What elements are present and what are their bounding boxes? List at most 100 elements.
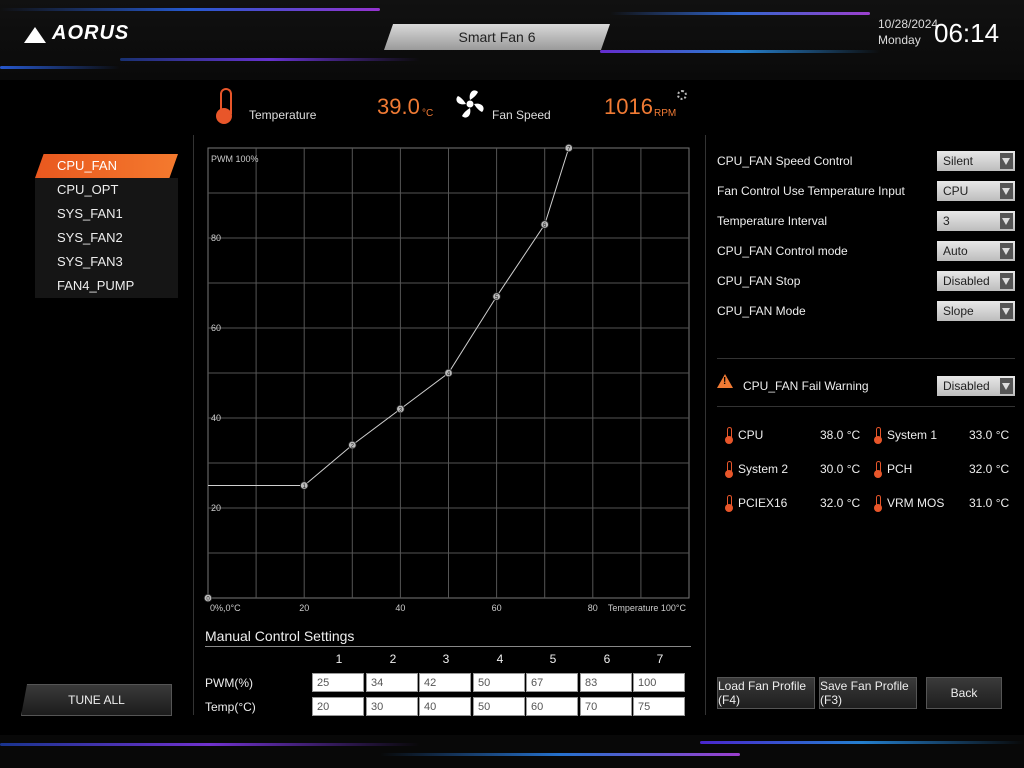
temp-input[interactable]: 50 bbox=[473, 697, 525, 716]
thermometer-icon bbox=[724, 427, 734, 444]
setting-row: Fan Control Use Temperature Input CPU bbox=[717, 181, 1017, 203]
load-fan-profile-button[interactable]: Load Fan Profile (F4) bbox=[717, 677, 815, 709]
fan-list-item[interactable]: FAN4_PUMP bbox=[35, 274, 178, 298]
clock: 06:14 bbox=[934, 18, 1000, 48]
fan-speed-value: 1016 bbox=[604, 94, 653, 119]
x-tick-label: 60 bbox=[492, 603, 502, 613]
sensor-value: 33.0 °C bbox=[969, 428, 1010, 442]
manual-settings-rule bbox=[205, 646, 691, 647]
setting-value: Slope bbox=[943, 304, 974, 318]
temperature-label: Temperature bbox=[249, 108, 317, 122]
sensor-name: System 2 bbox=[738, 462, 789, 476]
header-streak bbox=[120, 58, 420, 61]
sensor-value: 30.0 °C bbox=[820, 462, 861, 476]
header-bar: AORUS Smart Fan 6 10/28/2024 Monday 06:1… bbox=[0, 0, 1024, 80]
fan-list-item[interactable]: CPU_FAN bbox=[35, 154, 178, 178]
fan-curve-chart[interactable]: 20 40 60 80 20 40 60 80 PWM 100% Temperature 100°… bbox=[200, 140, 700, 620]
footer-bar bbox=[0, 735, 1024, 768]
chevron-down-icon bbox=[1000, 303, 1013, 319]
setting-value: Auto bbox=[943, 244, 968, 258]
setting-label: CPU_FAN Mode bbox=[717, 304, 806, 318]
fan-list-item[interactable]: CPU_OPT bbox=[35, 178, 178, 202]
setting-row: CPU_FAN Mode Slope bbox=[717, 301, 1017, 323]
fan-list-item[interactable]: SYS_FAN1 bbox=[35, 202, 178, 226]
temp-row-label: Temp(°C) bbox=[205, 700, 256, 714]
chevron-down-icon bbox=[1000, 378, 1013, 394]
thermometer-icon bbox=[873, 495, 883, 512]
chevron-down-icon bbox=[1000, 213, 1013, 229]
pwm-input[interactable]: 67 bbox=[526, 673, 578, 692]
fan-list-item[interactable]: SYS_FAN2 bbox=[35, 226, 178, 250]
fan-list-item[interactable]: SYS_FAN3 bbox=[35, 250, 178, 274]
pwm-input[interactable]: 25 bbox=[312, 673, 364, 692]
sensor-name: CPU bbox=[738, 428, 764, 442]
setting-row: CPU_FAN Control mode Auto bbox=[717, 241, 1017, 263]
setting-value: Disabled bbox=[943, 274, 990, 288]
chevron-down-icon bbox=[1000, 243, 1013, 259]
manual-column-header: 2 bbox=[389, 652, 397, 666]
sensor-value: 32.0 °C bbox=[820, 496, 861, 510]
manual-column-header: 6 bbox=[603, 652, 611, 666]
y-axis-label: PWM 100% bbox=[211, 154, 259, 164]
setting-dropdown[interactable]: CPU bbox=[937, 181, 1015, 201]
warning-divider bbox=[717, 406, 1015, 407]
setting-dropdown[interactable]: Silent bbox=[937, 151, 1015, 171]
fail-warning-label: CPU_FAN Fail Warning bbox=[743, 379, 869, 393]
temp-input[interactable]: 20 bbox=[312, 697, 364, 716]
temp-input[interactable]: 70 bbox=[580, 697, 632, 716]
back-button[interactable]: Back bbox=[926, 677, 1002, 709]
x-axis-label: Temperature 100°C bbox=[608, 603, 687, 613]
date-text: 10/28/2024 bbox=[878, 17, 939, 31]
sensor-value: 31.0 °C bbox=[969, 496, 1010, 510]
logo-text: AORUS bbox=[52, 22, 130, 44]
thermometer-icon bbox=[724, 495, 734, 512]
temp-input[interactable]: 75 bbox=[633, 697, 685, 716]
manual-column-header: 5 bbox=[549, 652, 557, 666]
temp-input[interactable]: 60 bbox=[526, 697, 578, 716]
temp-input[interactable]: 40 bbox=[419, 697, 471, 716]
origin-label: 0%,0°C bbox=[210, 603, 241, 613]
header-streak bbox=[0, 66, 120, 69]
x-tick-label: 40 bbox=[395, 603, 405, 613]
y-tick-label: 20 bbox=[211, 503, 221, 513]
setting-label: Fan Control Use Temperature Input bbox=[717, 184, 905, 198]
thermometer-icon bbox=[873, 461, 883, 478]
pwm-input[interactable]: 83 bbox=[580, 673, 632, 692]
y-tick-label: 80 bbox=[211, 233, 221, 243]
footer-streak bbox=[700, 741, 1024, 744]
sensor-temperature: VRM MOS 31.0 °C bbox=[873, 494, 1013, 514]
setting-value: CPU bbox=[943, 184, 969, 198]
setting-dropdown[interactable]: Auto bbox=[937, 241, 1015, 261]
thermometer-icon bbox=[724, 461, 734, 478]
setting-label: CPU_FAN Stop bbox=[717, 274, 801, 288]
x-tick-label: 20 bbox=[299, 603, 309, 613]
pwm-input[interactable]: 100 bbox=[633, 673, 685, 692]
setting-dropdown[interactable]: Slope bbox=[937, 301, 1015, 321]
left-divider bbox=[193, 135, 194, 715]
gear-icon[interactable] bbox=[677, 90, 687, 100]
setting-dropdown[interactable]: 3 bbox=[937, 211, 1015, 231]
sensor-name: PCIEX16 bbox=[738, 496, 788, 510]
tune-all-button[interactable]: TUNE ALL bbox=[21, 684, 172, 716]
thermometer-icon bbox=[873, 427, 883, 444]
temp-input[interactable]: 30 bbox=[366, 697, 418, 716]
aorus-logo: AORUS bbox=[24, 22, 129, 45]
pwm-input[interactable]: 34 bbox=[366, 673, 418, 692]
fan-curve-svg[interactable]: 20 40 60 80 20 40 60 80 PWM 100% Temperature 100°… bbox=[200, 140, 700, 620]
sensor-name: VRM MOS bbox=[887, 496, 945, 510]
manual-column-header: 4 bbox=[496, 652, 504, 666]
fail-warning-dropdown[interactable]: Disabled bbox=[937, 376, 1015, 396]
pwm-input[interactable]: 42 bbox=[419, 673, 471, 692]
sensor-name: System 1 bbox=[887, 428, 938, 442]
setting-label: CPU_FAN Speed Control bbox=[717, 154, 853, 168]
save-fan-profile-button[interactable]: Save Fan Profile (F3) bbox=[819, 677, 917, 709]
footer-streak bbox=[380, 753, 740, 756]
y-tick-label: 60 bbox=[211, 323, 221, 333]
fan-curve-line bbox=[208, 147, 570, 486]
pwm-input[interactable]: 50 bbox=[473, 673, 525, 692]
fail-warning-value: Disabled bbox=[943, 379, 990, 393]
settings-divider bbox=[717, 358, 1015, 359]
sensor-temperature: PCIEX16 32.0 °C bbox=[724, 494, 864, 514]
right-divider bbox=[705, 135, 706, 715]
setting-dropdown[interactable]: Disabled bbox=[937, 271, 1015, 291]
